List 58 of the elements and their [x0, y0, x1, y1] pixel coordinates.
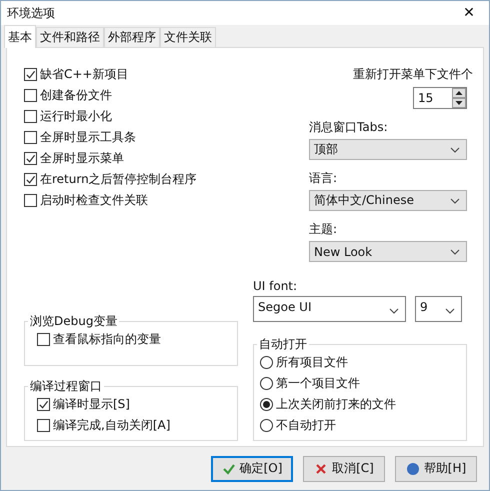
- tab[interactable]: 外部程序: [104, 27, 160, 47]
- checkbox[interactable]: [24, 194, 37, 207]
- tab[interactable]: 文件关联: [160, 27, 216, 47]
- chevron-down-icon: [450, 248, 460, 254]
- checkbox[interactable]: [24, 131, 37, 144]
- checkbox-option[interactable]: 查看鼠标指向的变量: [37, 331, 233, 348]
- checkbox-option[interactable]: 编译完成,自动关闭[A]: [37, 417, 233, 434]
- close-icon: [314, 462, 328, 476]
- field-label: UI font:: [253, 279, 298, 293]
- size-dropdown[interactable]: 9: [415, 296, 462, 322]
- dialog-button[interactable]: 取消[C]: [303, 456, 385, 482]
- dropdown[interactable]: 顶部: [309, 139, 467, 160]
- checkbox[interactable]: [37, 419, 50, 432]
- group-title: 自动打开: [257, 336, 309, 353]
- dialog-button[interactable]: 帮助[H]: [395, 456, 477, 482]
- checkbox[interactable]: [24, 152, 37, 165]
- font-dropdown[interactable]: Segoe UI: [253, 296, 406, 322]
- chevron-down-icon: [445, 308, 455, 314]
- chevron-down-icon: [450, 146, 460, 152]
- radio-option[interactable]: 第一个项目文件: [260, 375, 462, 392]
- group-title: 浏览Debug变量: [28, 313, 120, 330]
- checkbox[interactable]: [24, 89, 37, 102]
- field-label: 重新打开菜单下文件个: [353, 66, 473, 83]
- checkbox-option[interactable]: 运行时最小化: [24, 108, 197, 125]
- window-title: 环境选项: [7, 4, 55, 22]
- dropdown[interactable]: New Look: [309, 241, 467, 262]
- checkbox[interactable]: [37, 398, 50, 411]
- checkbox[interactable]: [24, 173, 37, 186]
- checkbox-option[interactable]: 全屏时显示菜单: [24, 150, 197, 167]
- checkbox-option[interactable]: 创建备份文件: [24, 87, 197, 104]
- dialog-button[interactable]: 确定[O]: [211, 456, 293, 482]
- checkbox-option[interactable]: 全屏时显示工具条: [24, 129, 197, 146]
- radio-option[interactable]: 所有项目文件: [260, 354, 462, 371]
- field-label: 语言:: [309, 170, 338, 187]
- dropdown[interactable]: 简体中文/Chinese: [309, 190, 467, 211]
- tab[interactable]: 基本: [4, 25, 36, 48]
- radio-button[interactable]: [260, 356, 273, 369]
- checkbox-option[interactable]: 编译时显示[S]: [37, 396, 233, 413]
- chevron-down-icon: [450, 198, 460, 204]
- radio-option[interactable]: 上次关闭前打来的文件: [260, 396, 462, 413]
- radio-button[interactable]: [260, 398, 273, 411]
- radio-option[interactable]: 不自动打开: [260, 417, 462, 434]
- number-spinner[interactable]: 15: [413, 87, 467, 109]
- field-label: 消息窗口Tabs:: [309, 119, 389, 136]
- checkbox-option[interactable]: 缺省C++新项目: [24, 66, 197, 83]
- checkbox[interactable]: [24, 68, 37, 81]
- checkbox[interactable]: [37, 333, 50, 346]
- field-label: 主题:: [309, 221, 338, 238]
- checkbox[interactable]: [24, 110, 37, 123]
- spin-arrows-icon[interactable]: [452, 88, 466, 108]
- checkbox-option[interactable]: 启动时检查文件关联: [24, 192, 197, 209]
- checkbox-option[interactable]: 在return之后暂停控制台程序: [24, 171, 197, 188]
- chevron-down-icon: [389, 308, 399, 314]
- tab[interactable]: 文件和路径: [36, 27, 104, 47]
- close-button[interactable]: ✕: [449, 1, 489, 25]
- radio-button[interactable]: [260, 419, 273, 432]
- checkmark-icon: [222, 462, 236, 476]
- radio-button[interactable]: [260, 377, 273, 390]
